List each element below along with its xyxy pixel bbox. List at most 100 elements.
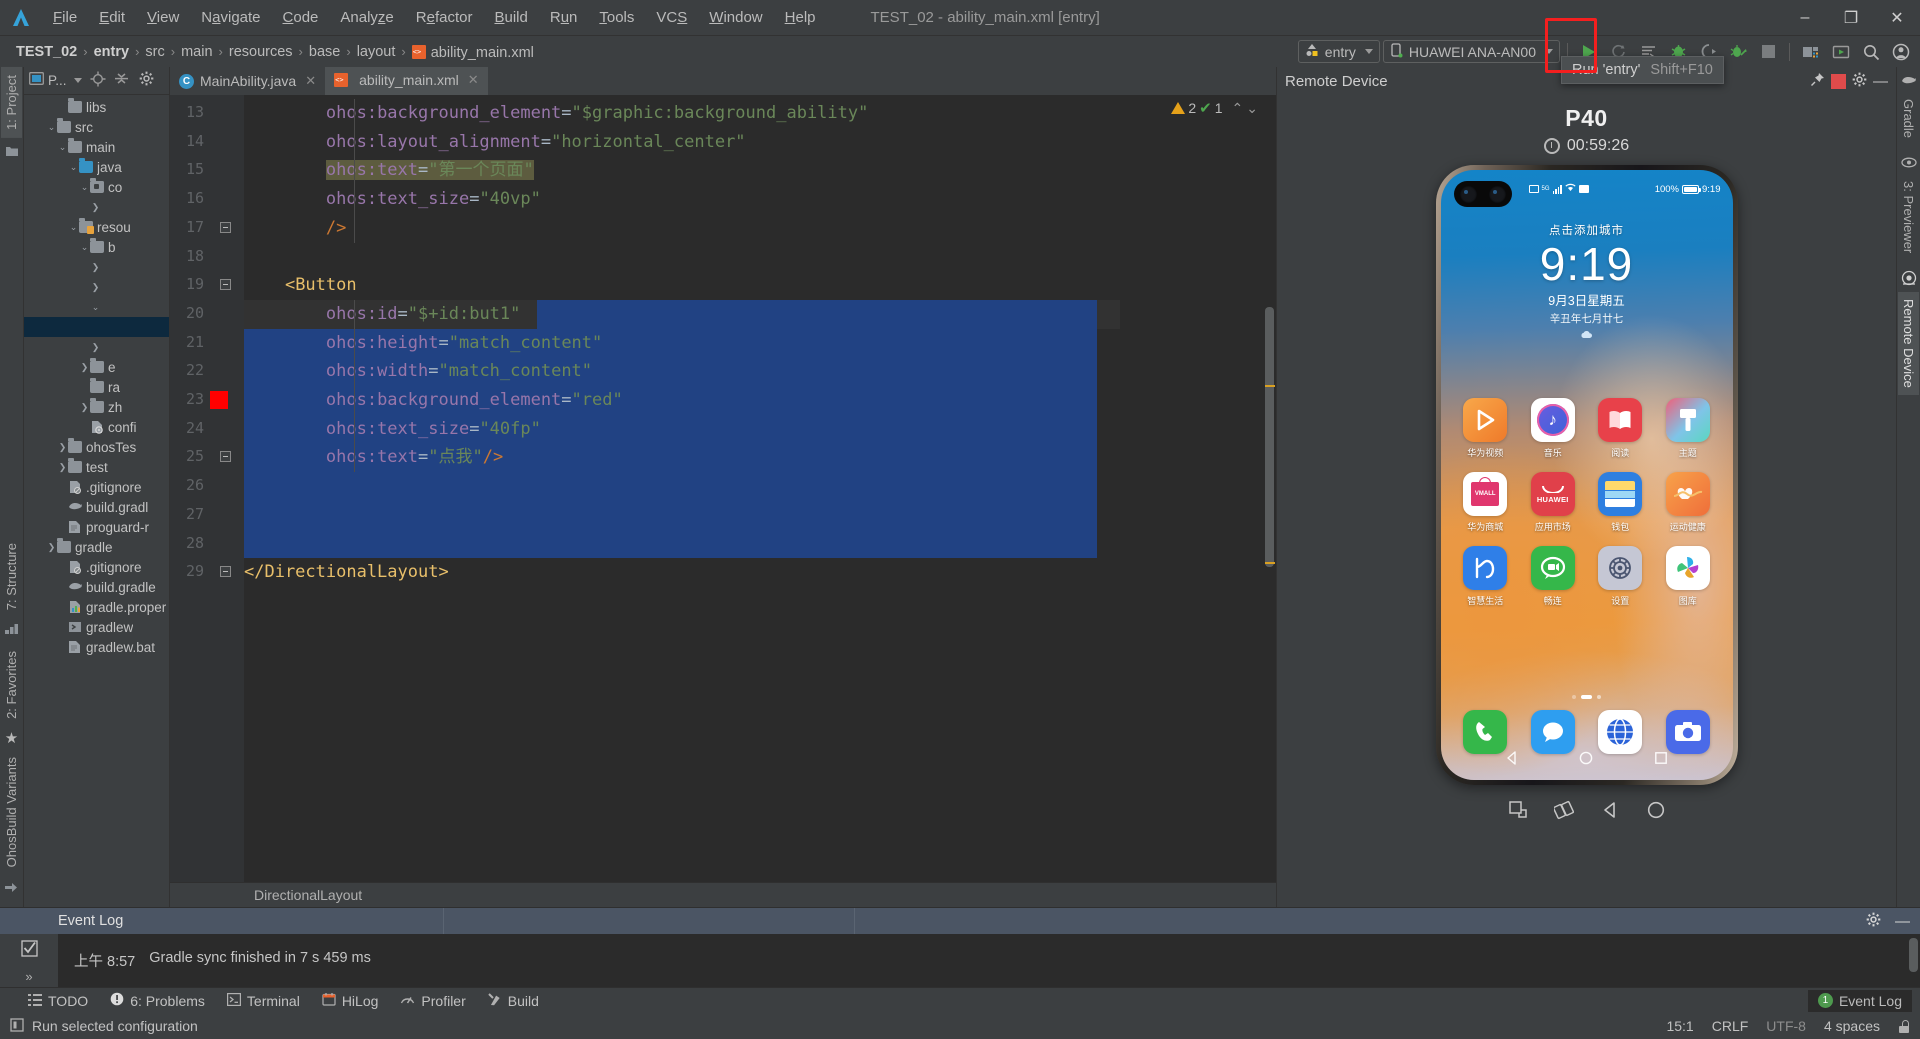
menu-vcs[interactable]: VCS [645,5,698,30]
chevron-down-icon[interactable]: ⌄ [90,302,101,313]
breadcrumb-item-entry[interactable]: entry [90,43,133,61]
menu-tools[interactable]: Tools [588,5,645,30]
tree-row[interactable]: proguard-r [24,517,169,537]
rail-tab-previewer[interactable]: 3: Previewer [1898,174,1919,260]
error-stripe-warning-2[interactable] [1265,562,1275,564]
tree-row[interactable]: ❯ [24,197,169,217]
scrollbar-thumb[interactable] [1265,307,1274,567]
dock-icon-tile[interactable] [1587,710,1655,754]
app-icon-tile[interactable]: 主题 [1654,398,1722,459]
line-separator[interactable]: CRLF [1712,1018,1749,1034]
project-settings-button[interactable] [139,71,154,90]
project-view-selector[interactable]: P... [29,72,82,89]
editor-gutter[interactable]: 13 14 15 16 17 18 19 20 21 22 23 24 25 26 27 28 29 [170,95,244,882]
phone-screen[interactable]: 5G 100% 9:19 点击添加城市 9:19 9月3日星期五 辛丑年七月廿七… [1440,170,1733,780]
rotate-icon[interactable] [1553,799,1575,821]
editor-tab-mainability-java[interactable]: C MainAbility.java ✕ [170,67,325,95]
search-button[interactable] [1857,39,1884,64]
tree-row[interactable]: ❯ ohosTes [24,437,169,457]
app-icon-tile[interactable]: HUAWEI 应用市场 [1519,472,1587,533]
fold-toggle-icon[interactable] [220,279,232,291]
tree-row[interactable]: gradle.proper [24,597,169,617]
chevron-right-icon[interactable]: ❯ [90,262,101,273]
chevron-down-icon[interactable]: ⌄ [79,182,90,193]
tool-button-hilog[interactable]: HiLog [322,992,378,1009]
rail-tab-gradle[interactable]: Gradle [1898,92,1919,145]
home-icon[interactable] [1645,799,1667,821]
fold-toggle-icon[interactable] [220,566,232,578]
menu-build[interactable]: Build [483,5,538,30]
dock-icon-tile[interactable] [1452,710,1520,754]
tree-row[interactable]: libs [24,97,169,117]
phone-frame[interactable]: 5G 100% 9:19 点击添加城市 9:19 9月3日星期五 辛丑年七月廿七… [1435,165,1738,785]
chevron-right-icon[interactable]: ❯ [57,462,68,473]
rail-tab-ohosbuild-variants[interactable]: OhosBuild Variants [1,749,22,875]
project-structure-button[interactable] [1797,39,1824,64]
next-problem-icon[interactable]: ⌄ [1246,100,1258,117]
tree-row[interactable]: build.gradl [24,497,169,517]
collapse-all-button[interactable] [114,71,129,90]
module-selector[interactable]: entry [1297,40,1380,63]
menu-edit[interactable]: Edit [88,5,136,30]
locate-file-button[interactable] [90,71,106,91]
lock-icon[interactable] [1898,1019,1910,1033]
tree-row[interactable]: ⌄ resou [24,217,169,237]
chevron-right-icon[interactable]: ❯ [90,342,101,353]
menu-navigate[interactable]: Navigate [190,5,271,30]
close-icon[interactable]: ✕ [305,73,316,89]
app-icon-tile[interactable]: 华为视频 [1452,398,1520,459]
stop-button[interactable] [1755,39,1782,64]
menu-window[interactable]: Window [698,5,773,30]
tool-button-build[interactable]: Build [488,992,539,1009]
project-tree[interactable]: libs ⌄ src ⌄ main ⌄ java ⌄ co ❯ ⌄ resou ⌄ b ❯ ❯ ⌄ ❯ ❯ e ra ❯ z… [24,95,169,907]
menu-file[interactable]: File [42,5,88,30]
breadcrumb-item-base[interactable]: base [305,43,344,61]
editor-tab-ability_main-xml[interactable]: ability_main.xml ✕ [325,67,488,95]
tree-row[interactable]: ⌄ co [24,177,169,197]
app-icon-tile[interactable]: 设置 [1587,546,1655,607]
app-icon-tile[interactable]: 图库 [1654,546,1722,607]
close-icon[interactable]: ✕ [468,72,479,88]
tool-button-6-problems[interactable]: 6: Problems [110,992,205,1009]
editor-scrollbar[interactable] [1262,95,1276,882]
menu-help[interactable]: Help [774,5,827,30]
tool-button-todo[interactable]: TODO [28,993,88,1009]
mark-read-icon[interactable] [20,940,38,961]
app-icon-tile[interactable]: 阅读 [1587,398,1655,459]
chevron-down-icon[interactable]: ⌄ [46,122,57,133]
expand-icon[interactable]: » [25,969,32,984]
breadcrumb-item-resources[interactable]: resources [225,43,297,61]
tree-row[interactable]: ⌄ main [24,137,169,157]
caret-position[interactable]: 15:1 [1666,1018,1693,1034]
indent-setting[interactable]: 4 spaces [1824,1018,1880,1034]
weather-city-hint[interactable]: 点击添加城市 [1441,222,1733,238]
tree-row[interactable]: ❯ gradle [24,537,169,557]
chevron-down-icon[interactable]: ⌄ [79,242,90,253]
settings-gear-icon[interactable] [1852,72,1867,91]
tool-button-terminal[interactable]: Terminal [226,993,300,1009]
tree-row[interactable]: ra [24,377,169,397]
menu-run[interactable]: Run [539,5,589,30]
pin-icon[interactable] [1810,72,1825,90]
chevron-down-icon[interactable]: ⌄ [68,162,79,173]
tree-row[interactable]: ❯ [24,277,169,297]
menu-analyze[interactable]: Analyze [329,5,404,30]
rail-tab-project[interactable]: 1: Project [1,67,22,138]
home-icon[interactable] [1578,750,1594,770]
breadcrumb-item-main[interactable]: main [177,43,216,61]
event-log-toggle[interactable]: 1 Event Log [1807,989,1912,1012]
tree-row[interactable]: ❯ zh [24,397,169,417]
chevron-right-icon[interactable]: ❯ [46,542,57,553]
app-icon-tile[interactable]: 运动健康 [1654,472,1722,533]
color-gutter-swatch[interactable] [210,391,228,409]
recents-icon[interactable] [1653,750,1669,770]
device-selector[interactable]: HUAWEI ANA-AN00 [1382,40,1560,63]
tree-row[interactable] [24,317,169,337]
tree-row[interactable]: ⌄ b [24,237,169,257]
app-icon-tile[interactable]: 智慧生活 [1452,546,1520,607]
chevron-down-icon[interactable]: ⌄ [68,222,79,233]
error-stripe-warning[interactable] [1265,385,1275,387]
rail-tab-structure[interactable]: 7: Structure [1,535,22,618]
tree-row[interactable]: ⌄ java [24,157,169,177]
account-button[interactable] [1887,39,1914,64]
